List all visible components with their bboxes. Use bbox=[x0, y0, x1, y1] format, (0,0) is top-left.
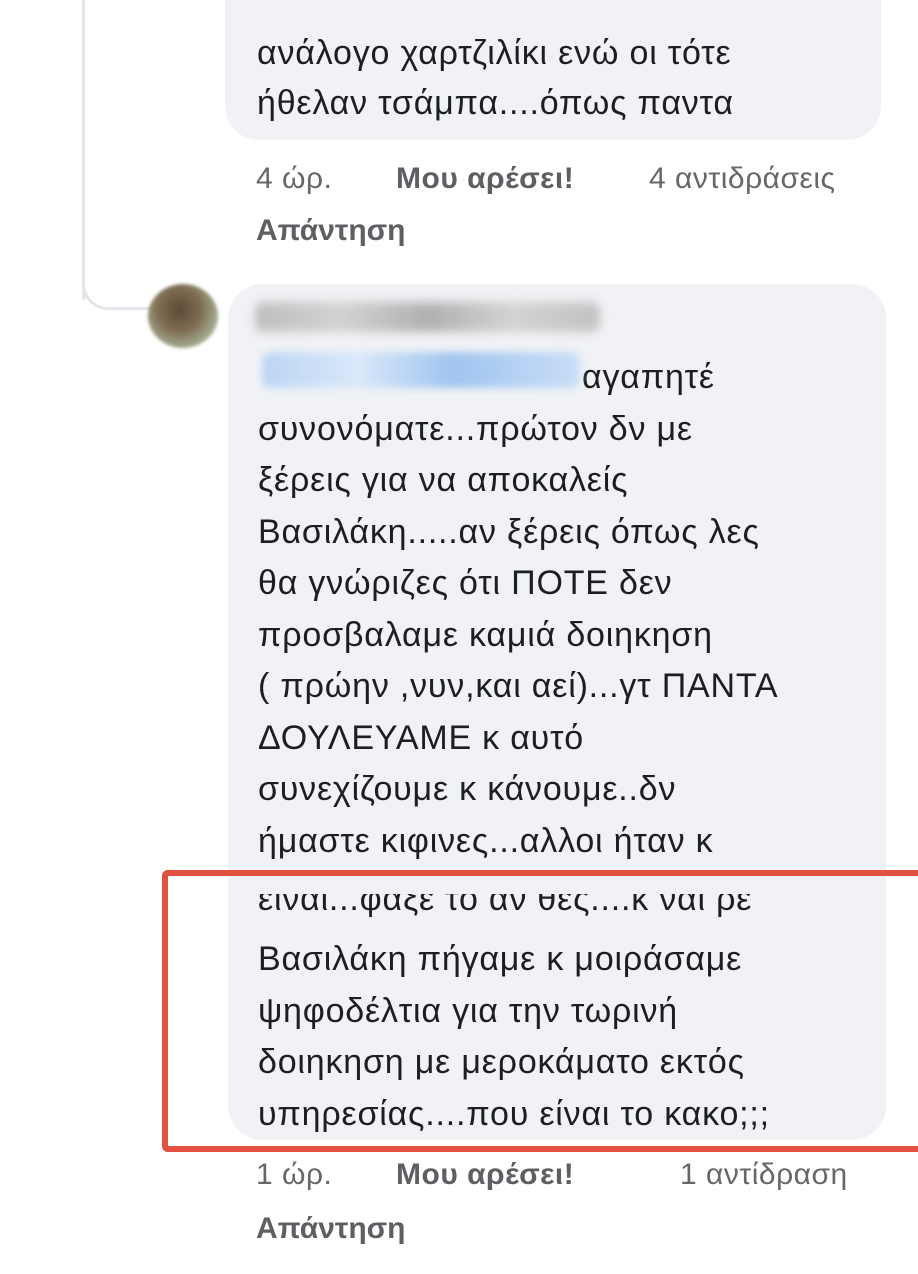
comment-2-timestamp[interactable]: 1 ώρ. bbox=[256, 1158, 332, 1192]
comment-1-text: ανάλογο χαρτζιλίκι ενώ οι τότε ήθελαν τσ… bbox=[257, 34, 734, 122]
comment-1-like-button[interactable]: Μου αρέσει! bbox=[396, 162, 574, 196]
comment-2-highlighted: Βασιλάκη πήγαμε κ μοιράσαμε ψηφοδέλτια γ… bbox=[258, 940, 770, 1133]
comment-bubble-2: αγαπητέ συνονόματε...πρώτον δν με ξέρεις… bbox=[228, 284, 886, 1140]
thread-connector-line bbox=[82, 0, 85, 300]
comment-2-text: αγαπητέ συνονόματε...πρώτον δν με ξέρεις… bbox=[258, 352, 886, 1140]
comment-2-reactions-count[interactable]: 1 αντίδραση bbox=[680, 1158, 848, 1192]
comment-1-timestamp[interactable]: 4 ώρ. bbox=[256, 162, 332, 196]
comment-2-actions: 1 ώρ. Μου αρέσει! 1 αντίδραση bbox=[256, 1158, 896, 1198]
comment-1-reactions-count[interactable]: 4 αντιδράσεις bbox=[649, 162, 836, 196]
comment-2-body: συνονόματε...πρώτον δν με ξέρεις για να … bbox=[258, 409, 779, 860]
thread-connector-curve bbox=[82, 262, 152, 310]
comment-1-actions: 4 ώρ. Μου αρέσει! 4 αντιδράσεις bbox=[256, 162, 896, 202]
comment-1-reply-button[interactable]: Απάντηση bbox=[256, 214, 406, 248]
avatar[interactable] bbox=[148, 284, 218, 348]
author-name-redacted[interactable] bbox=[255, 302, 600, 332]
comment-2-like-button[interactable]: Μου αρέσει! bbox=[396, 1158, 574, 1192]
comment-2-first-line: αγαπητέ bbox=[582, 358, 715, 396]
comment-2-reply-button[interactable]: Απάντηση bbox=[256, 1212, 406, 1246]
mention-redacted[interactable] bbox=[262, 352, 580, 388]
comment-bubble-1: ανάλογο χαρτζιλίκι ενώ οι τότε ήθελαν τσ… bbox=[225, 0, 881, 140]
